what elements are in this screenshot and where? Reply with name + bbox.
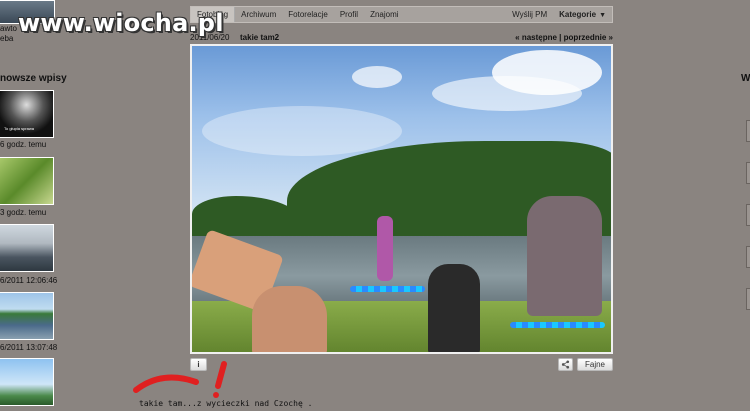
nav-znajomi[interactable]: Znajomi	[364, 10, 404, 19]
next-link[interactable]: « następne	[515, 33, 557, 42]
right-box[interactable]	[746, 204, 750, 226]
post-description: takie tam...z wycieczki nad Czochę .	[139, 399, 313, 408]
sidebar-item-time: 3 godz. temu	[0, 208, 47, 217]
photo-person	[527, 196, 602, 316]
main-nav: Fotoblog Archiwum Fotorelacje Profil Zna…	[190, 6, 613, 23]
right-box[interactable]	[746, 162, 750, 184]
thumb-caption: To głupia sprawa	[4, 126, 35, 131]
sidebar-item-time: 6 godz. temu	[0, 140, 47, 149]
pager-separator: |	[559, 33, 562, 42]
nav-send-pm[interactable]: Wyślij PM	[506, 10, 553, 19]
sidebar: awto eba nowsze wpisy To głupia sprawa 6…	[0, 0, 70, 411]
nav-archiwum[interactable]: Archiwum	[235, 10, 282, 19]
sidebar-thumb[interactable]	[0, 224, 54, 272]
sidebar-thumb[interactable]	[0, 358, 54, 406]
photo-person	[377, 216, 393, 281]
photo-person	[428, 264, 480, 352]
site-watermark: www.wiocha.pl	[18, 9, 224, 37]
photo-wave	[510, 322, 605, 328]
post-pager: « następne | poprzednie »	[515, 33, 613, 42]
sidebar-heading: nowsze wpisy	[0, 73, 67, 84]
post-title: takie tam2	[240, 33, 280, 42]
main-photo[interactable]	[190, 44, 613, 354]
photo-cloud	[432, 76, 582, 111]
nav-categories-label: Kategorie	[559, 10, 597, 19]
right-box[interactable]	[746, 288, 750, 310]
sidebar-thumb[interactable]: To głupia sprawa	[0, 90, 54, 138]
user-name-line: awto	[0, 24, 17, 33]
sidebar-item-time: 6/2011 13:07:48	[0, 343, 58, 352]
photo-cloud	[352, 66, 402, 88]
share-button[interactable]	[558, 358, 573, 371]
right-sidebar-heading: W	[741, 73, 750, 84]
photo-person	[252, 286, 327, 352]
nav-categories[interactable]: Kategorie ▼	[553, 10, 612, 19]
photo-wave	[350, 286, 425, 292]
photo-cloud	[202, 106, 402, 156]
fajne-button[interactable]: Fajne	[577, 358, 613, 371]
chevron-down-icon: ▼	[599, 12, 606, 19]
nav-profil[interactable]: Profil	[334, 10, 364, 19]
nav-fotorelacje[interactable]: Fotorelacje	[282, 10, 334, 19]
share-icon	[561, 360, 570, 369]
sidebar-thumb[interactable]	[0, 292, 54, 340]
right-box[interactable]	[746, 120, 750, 142]
red-exclamation-mark	[133, 361, 227, 398]
user-name-line: eba	[0, 34, 14, 43]
sidebar-item-time: 6/2011 12:06:46	[0, 276, 58, 285]
right-box[interactable]	[746, 246, 750, 268]
prev-link[interactable]: poprzednie »	[564, 33, 613, 42]
sidebar-thumb[interactable]	[0, 157, 54, 205]
user-name[interactable]: awto eba	[0, 24, 17, 44]
right-sidebar-boxes	[746, 120, 750, 330]
